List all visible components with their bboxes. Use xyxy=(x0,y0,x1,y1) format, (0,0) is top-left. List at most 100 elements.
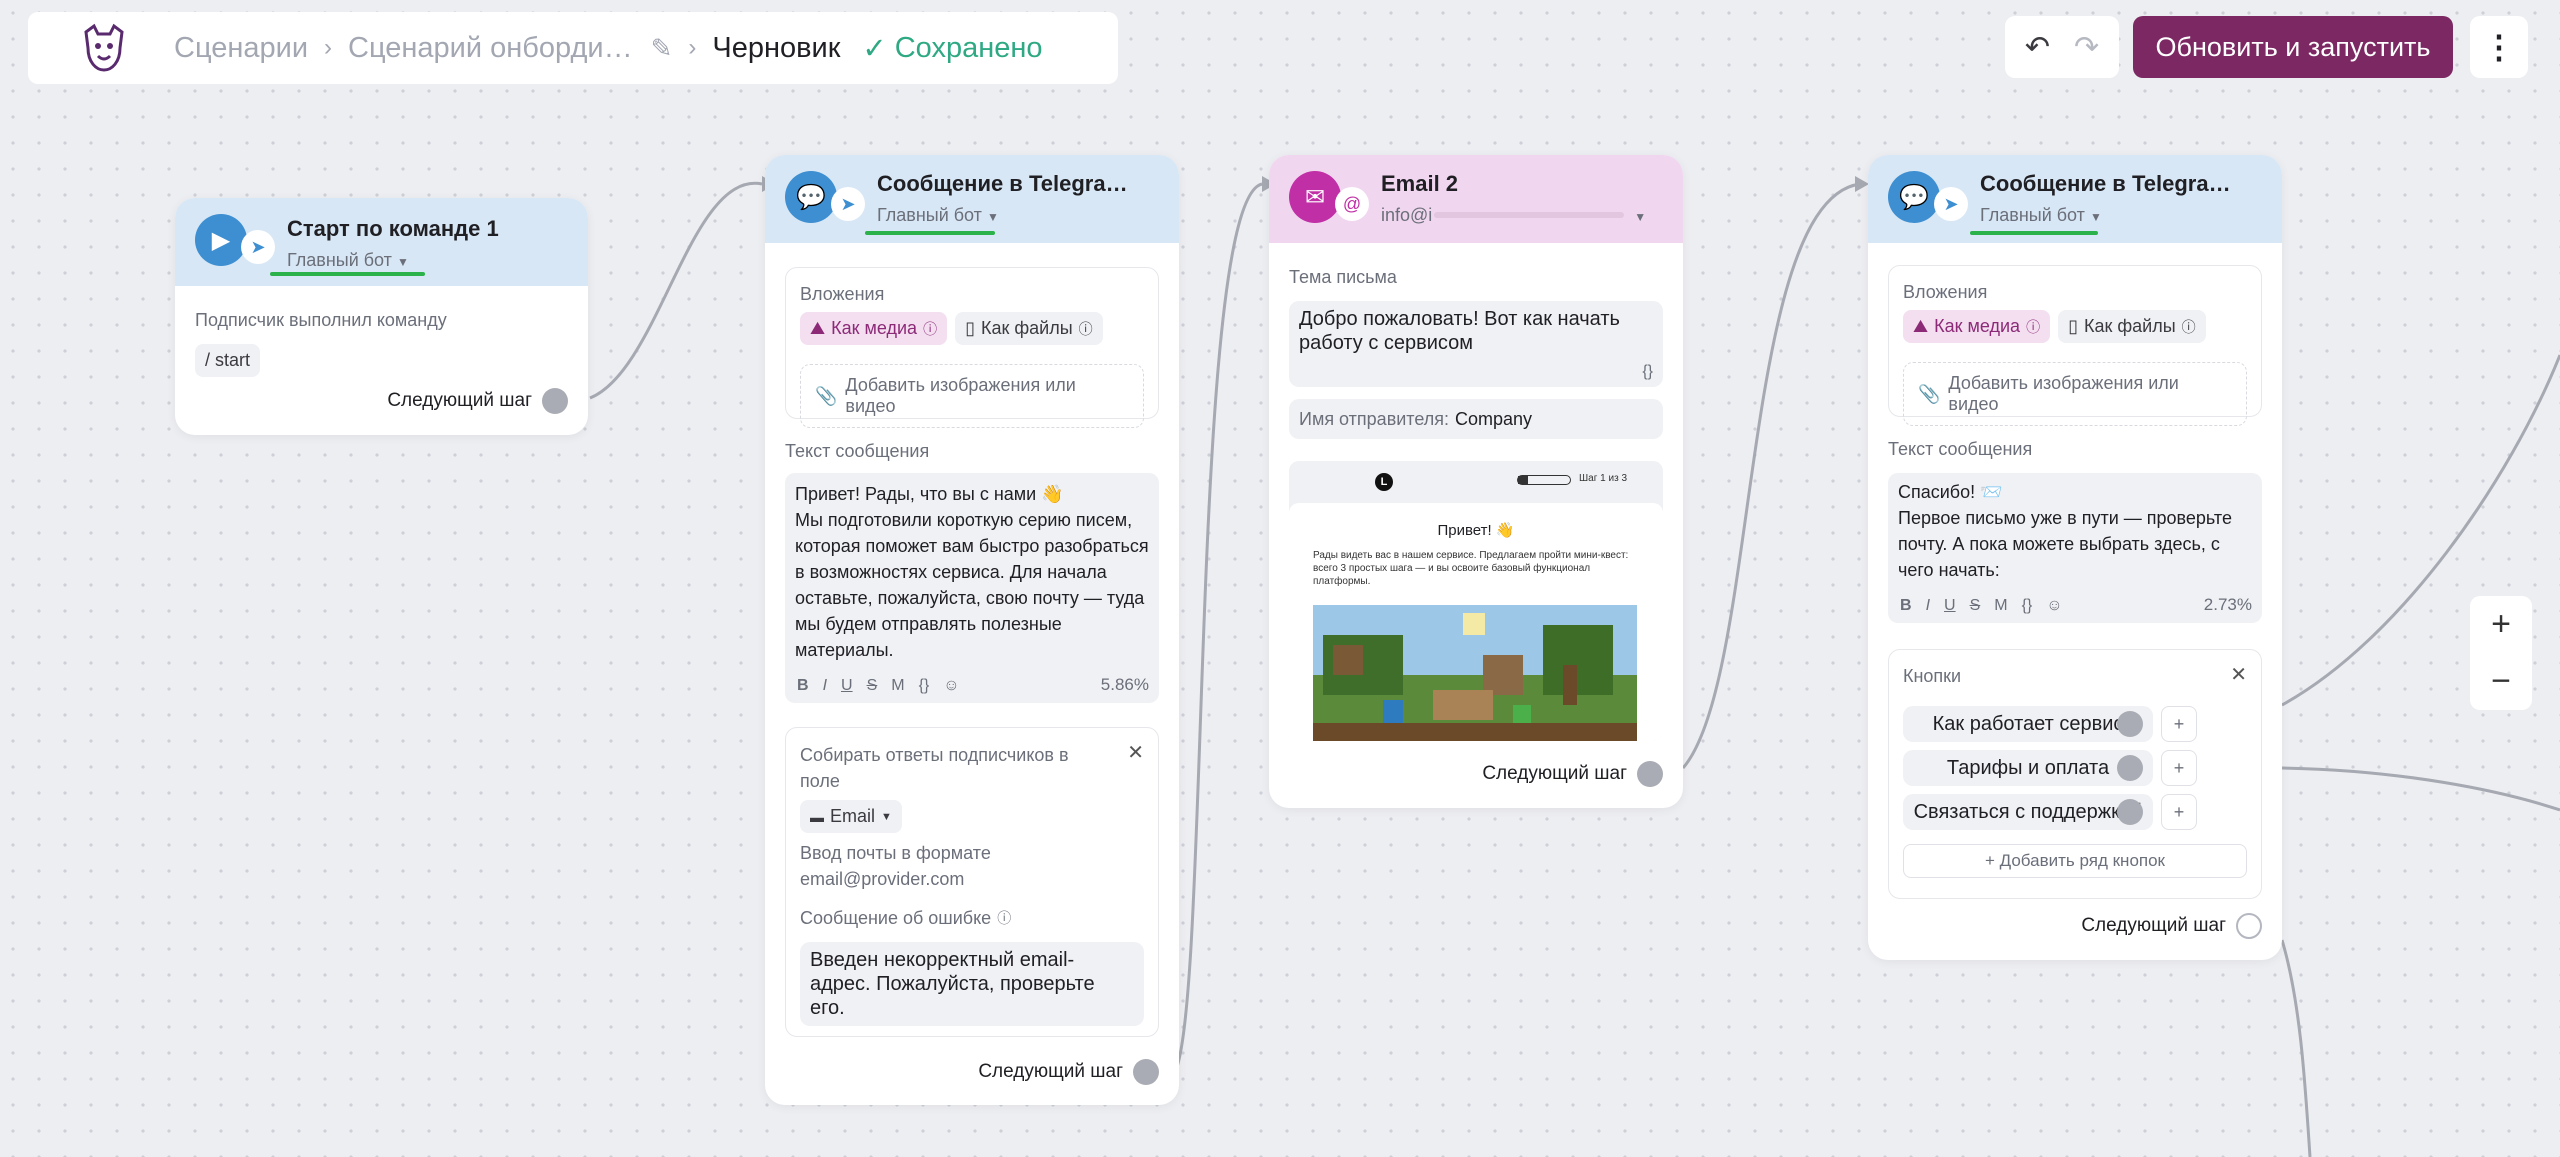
add-button-icon[interactable]: + xyxy=(2161,706,2197,742)
update-and-run-button[interactable]: Обновить и запустить xyxy=(2133,16,2453,78)
as-media-toggle[interactable]: ⛰ Как медиа ⓘ xyxy=(800,312,948,345)
button-handle[interactable] xyxy=(2117,755,2143,781)
text-percent: 5.86% xyxy=(1100,675,1149,694)
chat-icon: 💬 xyxy=(1888,171,1940,223)
logo-icon[interactable] xyxy=(78,22,130,74)
emoji-icon[interactable]: ☺ xyxy=(943,677,959,695)
mono-icon[interactable]: M xyxy=(891,677,904,695)
node-email[interactable]: ✉ @ Email 2 info@i ▼ Тема письма Добро по… xyxy=(1269,155,1683,808)
image-icon: ⛰ xyxy=(810,318,826,338)
bot-selector[interactable]: Главный бот ▼ xyxy=(1980,205,2231,226)
file-icon: ▯ xyxy=(2068,316,2078,336)
keyboard-button-label: Как работает сервис xyxy=(1932,712,2124,735)
node-telegram-message-1[interactable]: 💬 ➤ Сообщение в Telegra… Главный бот ▼ В… xyxy=(765,155,1179,1105)
variable-icon[interactable]: {} xyxy=(919,677,930,695)
zoom-in-icon[interactable]: + xyxy=(2491,605,2511,644)
bold-icon[interactable]: B xyxy=(797,677,809,695)
caret-down-icon: ▼ xyxy=(2089,210,2102,224)
message-editor[interactable]: Спасибо! 📨 Первое письмо уже в пути — пр… xyxy=(1888,473,2262,623)
buttons-panel: Кнопки ✕ Как работает сервис + Тарифы и о… xyxy=(1888,649,2262,899)
add-button-icon[interactable]: + xyxy=(2161,794,2197,830)
paperclip-icon: 📎 xyxy=(815,385,838,406)
condition-label: Подписчик выполнил команду xyxy=(195,310,447,330)
preview-logo: L xyxy=(1375,473,1393,491)
node-title: Сообщение в Telegra… xyxy=(1980,171,2231,196)
error-message-input[interactable]: Введен некорректный email-адрес. Пожалуй… xyxy=(800,942,1144,1026)
button-handle[interactable] xyxy=(2117,711,2143,737)
as-media-label: Как медиа xyxy=(831,318,918,338)
check-icon: ✓ xyxy=(862,32,887,65)
node-start-command[interactable]: ▶ ➤ Старт по команде 1 Главный бот ▼ Под… xyxy=(175,198,588,435)
underline-icon[interactable]: U xyxy=(1944,597,1956,615)
mono-icon[interactable]: M xyxy=(1994,597,2007,615)
as-media-label: Как медиа xyxy=(1934,316,2021,336)
bot-underline xyxy=(865,231,995,235)
close-icon[interactable]: ✕ xyxy=(1127,740,1144,765)
breadcrumb-scenario-name[interactable]: Сценарий онборди… xyxy=(348,32,633,65)
redo-icon[interactable]: ↷ xyxy=(2074,30,2099,65)
subject-label: Тема письма xyxy=(1289,267,1397,287)
add-button-icon[interactable]: + xyxy=(2161,750,2197,786)
collect-label: Собирать ответы подписчиков в поле xyxy=(800,745,1069,791)
message-editor[interactable]: Привет! Рады, что вы с нами 👋 Мы подгото… xyxy=(785,473,1159,703)
bot-selector[interactable]: Главный бот ▼ xyxy=(287,250,499,271)
zoom-controls: + − xyxy=(2470,596,2532,710)
emoji-icon[interactable]: ☺ xyxy=(2046,597,2062,615)
subject-input[interactable]: Добро пожаловать! Вот как начать работу … xyxy=(1289,301,1663,387)
undo-icon[interactable]: ↶ xyxy=(2025,30,2050,65)
add-button-row[interactable]: + Добавить ряд кнопок xyxy=(1903,844,2247,878)
as-media-toggle[interactable]: ⛰ Как медиа ⓘ xyxy=(1903,310,2051,343)
variable-icon[interactable]: {} xyxy=(2022,597,2033,615)
attachments-panel: Вложения ⛰ Как медиа ⓘ ▯ Как файлы ⓘ 📎 Добави… xyxy=(1888,265,2262,426)
info-icon: ⓘ xyxy=(1078,320,1093,337)
breadcrumb-scenarios[interactable]: Сценарии xyxy=(174,32,308,65)
top-bar: Сценарии › Сценарий онборди… ✎ › Чернови… xyxy=(28,12,1118,84)
next-step-handle[interactable] xyxy=(1637,761,1663,787)
as-files-toggle[interactable]: ▯ Как файлы ⓘ xyxy=(955,312,1103,345)
message-text[interactable]: Привет! Рады, что вы с нами 👋 Мы подгото… xyxy=(785,473,1159,671)
node-telegram-message-2[interactable]: 💬 ➤ Сообщение в Telegra… Главный бот ▼ В… xyxy=(1868,155,2282,960)
file-icon: ▯ xyxy=(965,318,975,338)
format-toolbar: B I U S M {} ☺ xyxy=(1900,597,2063,615)
pencil-icon[interactable]: ✎ xyxy=(651,33,673,64)
keyboard-button[interactable]: Тарифы и оплата xyxy=(1903,750,2153,786)
message-text[interactable]: Спасибо! 📨 Первое письмо уже в пути — пр… xyxy=(1888,473,2262,589)
bot-label: Главный бот xyxy=(877,205,982,225)
keyboard-button[interactable]: Как работает сервис xyxy=(1903,706,2153,742)
bold-icon[interactable]: B xyxy=(1900,597,1912,615)
italic-icon[interactable]: I xyxy=(1926,597,1930,615)
keyboard-button[interactable]: Связаться с поддержкой xyxy=(1903,794,2153,830)
strike-icon[interactable]: S xyxy=(1970,597,1981,615)
field-selector[interactable]: ▬ Email ▼ xyxy=(800,800,902,833)
next-step-label: Следующий шаг xyxy=(978,1061,1123,1082)
subject-text[interactable]: Добро пожаловать! Вот как начать работу … xyxy=(1289,301,1663,361)
field-label: Email xyxy=(830,806,876,826)
zoom-out-icon[interactable]: − xyxy=(2491,662,2511,701)
sender-selector[interactable]: info@i ▼ xyxy=(1381,205,1646,226)
sender-name-value: Company xyxy=(1455,408,1533,429)
node-title: Сообщение в Telegra… xyxy=(877,171,1128,196)
add-media-button[interactable]: 📎 Добавить изображения или видео xyxy=(800,364,1144,428)
bot-selector[interactable]: Главный бот ▼ xyxy=(877,205,1128,226)
underline-icon[interactable]: U xyxy=(841,677,853,695)
attachments-panel: Вложения ⛰ Как медиа ⓘ ▯ Как файлы ⓘ 📎 Добави… xyxy=(785,267,1159,428)
play-icon: ▶ xyxy=(195,214,247,266)
next-step: Следующий шаг xyxy=(978,1059,1159,1085)
node-title: Email 2 xyxy=(1381,171,1459,196)
breadcrumb-separator-icon: › xyxy=(688,34,697,61)
preview-body: Привет! 👋 Рады видеть вас в нашем сервис… xyxy=(1289,503,1663,741)
email-preview[interactable]: L Шаг 1 из 3 Привет! 👋 Рады видеть вас в… xyxy=(1289,461,1663,741)
as-files-toggle[interactable]: ▯ Как файлы ⓘ xyxy=(2058,310,2206,343)
sender-name-field[interactable]: Имя отправителя: Company xyxy=(1289,399,1663,439)
next-step-handle[interactable] xyxy=(2236,913,2262,939)
button-handle[interactable] xyxy=(2117,799,2143,825)
next-step-handle[interactable] xyxy=(542,388,568,414)
more-options-icon[interactable]: ⋮ xyxy=(2470,16,2528,78)
variable-icon[interactable]: {} xyxy=(1642,363,1653,381)
command-chip[interactable]: / start xyxy=(195,344,261,377)
close-icon[interactable]: ✕ xyxy=(2230,662,2247,687)
add-media-button[interactable]: 📎 Добавить изображения или видео xyxy=(1903,362,2247,426)
italic-icon[interactable]: I xyxy=(823,677,827,695)
strike-icon[interactable]: S xyxy=(867,677,878,695)
next-step-handle[interactable] xyxy=(1133,1059,1159,1085)
